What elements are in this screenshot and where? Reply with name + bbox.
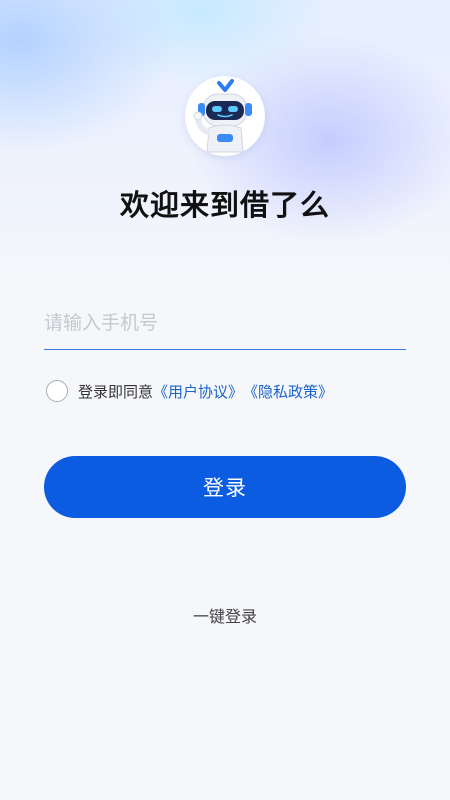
app-avatar bbox=[185, 76, 265, 156]
user-agreement-link[interactable]: 《用户协议》 bbox=[153, 381, 243, 402]
login-button[interactable]: 登录 bbox=[44, 456, 406, 518]
welcome-title: 欢迎来到借了么 bbox=[119, 188, 330, 222]
one-click-login-link[interactable]: 一键登录 bbox=[0, 603, 450, 627]
agreement-checkbox[interactable] bbox=[46, 380, 68, 402]
privacy-policy-link[interactable]: 《隐私政策》 bbox=[243, 381, 333, 402]
phone-number-input[interactable] bbox=[44, 300, 406, 350]
agreement-prefix-text: 登录即同意 bbox=[78, 382, 154, 401]
agreement-row: 登录即同意 《用户协议》 《隐私政策》 bbox=[46, 378, 333, 404]
robot-mascot-icon bbox=[193, 79, 252, 153]
